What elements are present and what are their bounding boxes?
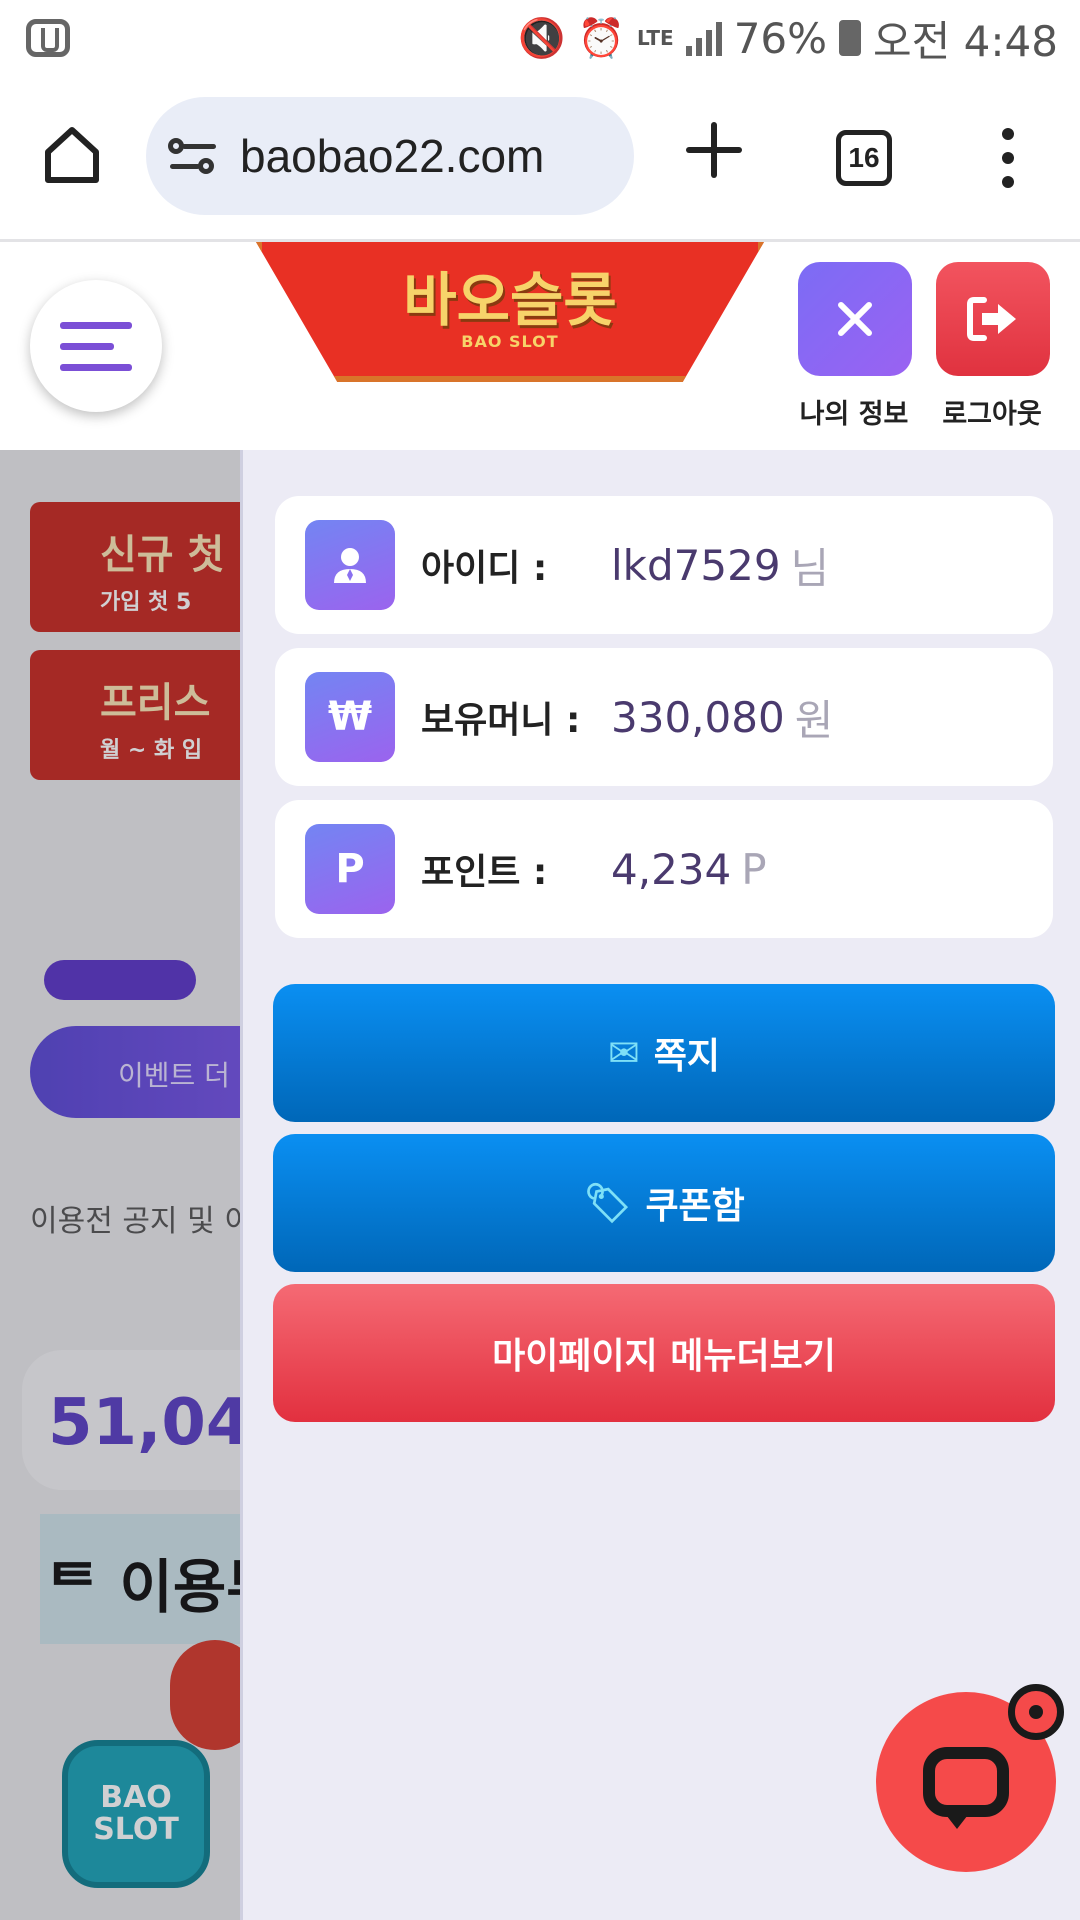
status-bar: 🔇 ⏰ LTE 76% 오전 4:48 bbox=[0, 0, 1080, 76]
user-id-suffix: 님 bbox=[790, 543, 830, 593]
user-id-value: lkd7529 bbox=[611, 540, 781, 590]
sign-out-icon bbox=[967, 297, 1016, 341]
logo-subtitle: BAO SLOT bbox=[461, 331, 559, 351]
battery-icon bbox=[839, 20, 862, 56]
site-logo[interactable]: 바오슬롯 BAO SLOT bbox=[256, 242, 764, 382]
logout-label[interactable]: 로그아웃 bbox=[922, 392, 1062, 431]
mute-icon: 🔇 bbox=[518, 15, 566, 60]
user-icon bbox=[305, 520, 395, 610]
home-icon[interactable] bbox=[40, 122, 104, 186]
alarm-icon: ⏰ bbox=[577, 15, 625, 60]
points-unit: P bbox=[741, 844, 767, 894]
drawer-backdrop[interactable] bbox=[0, 450, 240, 1920]
tab-count: 16 bbox=[848, 142, 880, 173]
site-settings-icon[interactable] bbox=[168, 136, 220, 176]
address-bar[interactable]: baobao22.com bbox=[146, 97, 634, 215]
url-text[interactable]: baobao22.com bbox=[240, 129, 544, 183]
messages-label: 쪽지 bbox=[653, 1036, 721, 1077]
lte-icon: LTE bbox=[636, 26, 674, 50]
clock: 오전 4:48 bbox=[873, 16, 1058, 66]
coupon-box-label: 쿠폰함 bbox=[645, 1186, 745, 1227]
balance-card: ₩ 보유머니 : 330,080 원 bbox=[275, 648, 1053, 786]
my-info-button[interactable] bbox=[798, 262, 912, 376]
balance-value: 330,080 bbox=[611, 692, 785, 742]
logo-title: 바오슬롯 bbox=[403, 265, 617, 334]
coupon-box-button[interactable]: 🏷 쿠폰함 bbox=[273, 1134, 1055, 1272]
site-header: 바오슬롯 BAO SLOT 나의 정보 로그아웃 bbox=[0, 242, 1080, 450]
logout-button[interactable] bbox=[936, 262, 1050, 376]
new-tab-icon[interactable] bbox=[686, 122, 742, 178]
overflow-menu-icon[interactable] bbox=[998, 128, 1018, 188]
battery-percent: 76% bbox=[733, 13, 828, 63]
carrier-icon bbox=[26, 19, 70, 57]
signal-icon bbox=[685, 20, 722, 56]
balance-unit: 원 bbox=[794, 695, 834, 745]
messages-button[interactable]: ✉ 쪽지 bbox=[273, 984, 1055, 1122]
points-label: 포인트 : bbox=[421, 852, 548, 893]
user-id-label: 아이디 : bbox=[421, 548, 548, 589]
user-id-card: 아이디 : lkd7529 님 bbox=[275, 496, 1053, 634]
close-icon bbox=[838, 302, 872, 336]
tag-icon: 🏷 bbox=[583, 1180, 632, 1225]
envelope-icon: ✉ bbox=[607, 1031, 640, 1075]
mypage-menu-button[interactable]: 마이페이지 메뉴더보기 bbox=[273, 1284, 1055, 1422]
point-icon: P bbox=[305, 824, 395, 914]
mypage-menu-label: 마이페이지 메뉴더보기 bbox=[492, 1336, 836, 1377]
tabs-icon[interactable]: 16 bbox=[836, 130, 892, 186]
my-info-label[interactable]: 나의 정보 bbox=[784, 392, 924, 431]
points-card: P 포인트 : 4,234 P bbox=[275, 800, 1053, 938]
browser-toolbar: baobao22.com 16 bbox=[0, 76, 1080, 242]
points-value: 4,234 bbox=[611, 844, 732, 894]
menu-icon[interactable] bbox=[30, 280, 162, 412]
won-icon: ₩ bbox=[305, 672, 395, 762]
balance-label: 보유머니 : bbox=[421, 700, 581, 741]
notification-dot-icon bbox=[1008, 1684, 1064, 1740]
chat-icon bbox=[923, 1747, 1009, 1829]
